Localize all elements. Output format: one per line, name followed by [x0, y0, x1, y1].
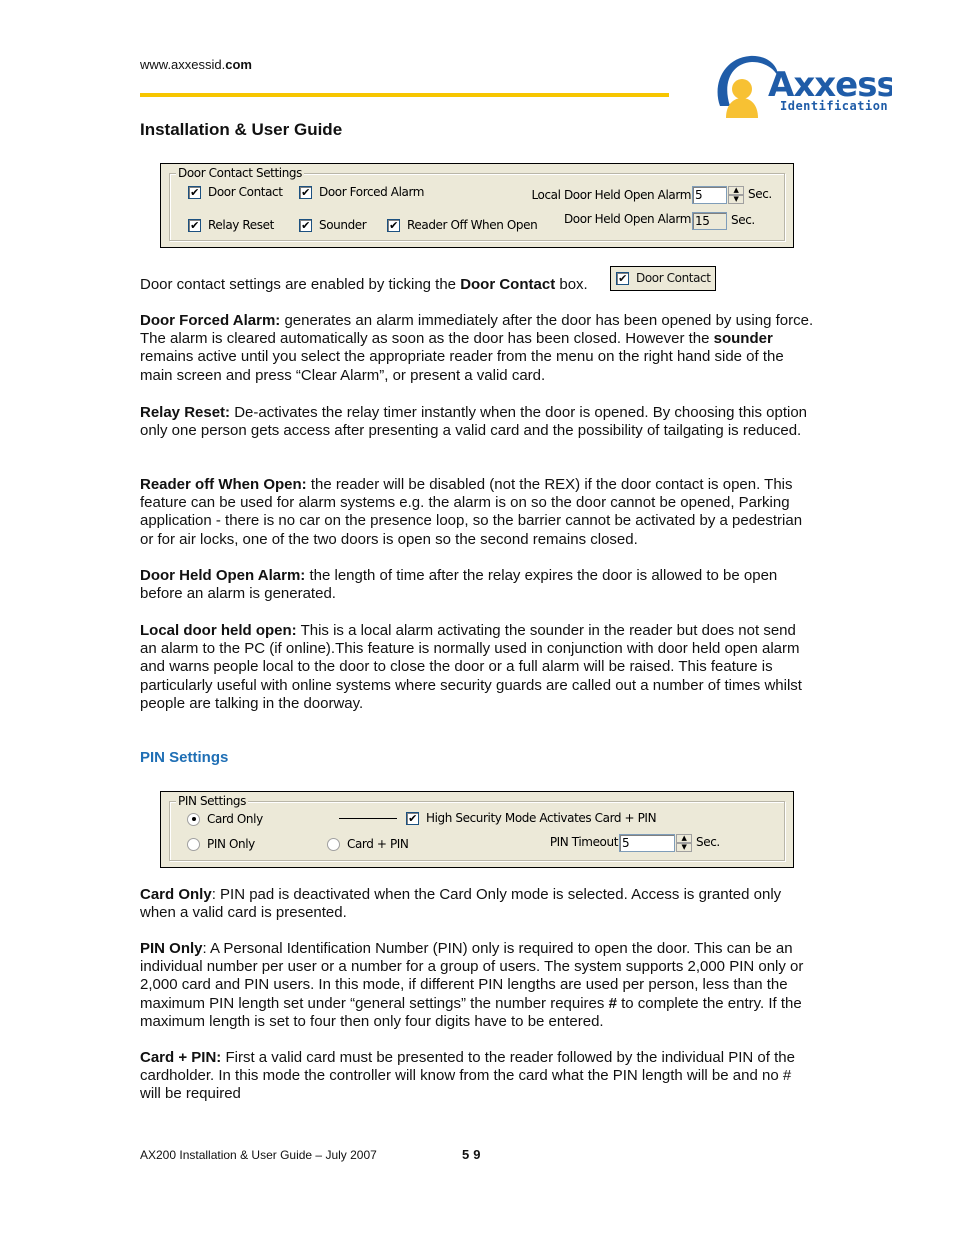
reader-off-when-open-paragraph: Reader off When Open: the reader will be…: [140, 476, 803, 548]
checkbox-checked-icon: ✔: [616, 271, 629, 285]
radio-unselected-icon: [327, 837, 340, 851]
pin-timeout-unit: Sec.: [696, 835, 720, 849]
logo-tagline-text: Identification: [780, 99, 888, 113]
door-contact-inline-checkbox: ✔ Door Contact: [610, 266, 716, 291]
checkbox-checked-icon: ✔: [299, 185, 312, 199]
website-url[interactable]: www.axxessid.com: [140, 57, 252, 72]
door-forced-alarm-checkbox[interactable]: ✔ Door Forced Alarm: [299, 185, 424, 199]
pin-timeout-input[interactable]: 5: [619, 834, 675, 852]
card-plus-pin-radio[interactable]: Card + PIN: [327, 837, 409, 851]
door-contact-settings-panel: Door Contact Settings ✔ Door Contact ✔ D…: [160, 163, 794, 248]
pin-timeout-label: PIN Timeout: [549, 835, 619, 849]
checkbox-checked-icon: ✔: [387, 218, 400, 232]
door-forced-alarm-paragraph: Door Forced Alarm: generates an alarm im…: [140, 312, 814, 384]
pin-settings-panel: PIN Settings Card Only PIN Only Card + P…: [160, 791, 794, 868]
header-rule: [140, 93, 669, 97]
page-number: 59: [462, 1147, 485, 1162]
card-plus-pin-paragraph: Card + PIN: First a valid card must be p…: [140, 1049, 795, 1103]
footer-text: AX200 Installation & User Guide – July 2…: [140, 1148, 377, 1162]
local-door-held-open-alarm-spinner[interactable]: ▲ ▼: [728, 186, 744, 204]
spin-up-icon[interactable]: ▲: [676, 834, 692, 843]
local-door-held-open-paragraph: Local door held open: This is a local al…: [140, 622, 802, 712]
pin-settings-groupbox: PIN Settings: [169, 794, 785, 861]
pin-only-paragraph: PIN Only: A Personal Identification Numb…: [140, 940, 804, 1030]
relay-reset-paragraph: Relay Reset: De-activates the relay time…: [140, 404, 808, 440]
door-held-open-alarm-paragraph: Door Held Open Alarm: the length of time…: [140, 567, 778, 603]
reader-off-when-open-checkbox[interactable]: ✔ Reader Off When Open: [387, 218, 538, 232]
groupbox-legend: PIN Settings: [176, 794, 248, 808]
pin-only-radio[interactable]: PIN Only: [187, 837, 255, 851]
card-only-paragraph: Card Only: PIN pad is deactivated when t…: [140, 886, 782, 922]
checkbox-checked-icon: ✔: [299, 218, 312, 232]
card-only-radio[interactable]: Card Only: [187, 812, 263, 826]
high-security-mode-checkbox[interactable]: ✔ High Security Mode Activates Card + PI…: [406, 811, 657, 825]
door-held-open-alarm-unit: Sec.: [731, 213, 755, 227]
door-held-open-alarm-input[interactable]: 15: [692, 212, 727, 230]
door-held-open-alarm-label: Door Held Open Alarm: [563, 212, 691, 226]
checkbox-checked-icon: ✔: [188, 185, 201, 199]
axxess-logo: Axxess Identification: [712, 54, 897, 120]
spin-down-icon[interactable]: ▼: [676, 843, 692, 852]
pin-timeout-spinner[interactable]: ▲ ▼: [676, 834, 692, 852]
spin-up-icon[interactable]: ▲: [728, 186, 744, 195]
sounder-checkbox[interactable]: ✔ Sounder: [299, 218, 367, 232]
separator-line: [339, 818, 397, 819]
checkbox-checked-icon: ✔: [188, 218, 201, 232]
document-title: Installation & User Guide: [140, 120, 343, 139]
door-contact-checkbox[interactable]: ✔ Door Contact: [188, 185, 283, 199]
local-door-held-open-alarm-input[interactable]: 5: [692, 186, 727, 204]
local-door-held-open-alarm-label: Local Door Held Open Alarm: [531, 188, 691, 202]
relay-reset-checkbox[interactable]: ✔ Relay Reset: [188, 218, 274, 232]
spin-down-icon[interactable]: ▼: [728, 195, 744, 204]
groupbox-legend: Door Contact Settings: [176, 166, 304, 180]
radio-unselected-icon: [187, 837, 200, 851]
radio-selected-icon: [187, 812, 200, 826]
logo-emblem-icon: Axxess Identification: [717, 55, 897, 118]
pin-settings-heading: PIN Settings: [140, 749, 229, 766]
local-door-held-open-alarm-unit: Sec.: [748, 187, 772, 201]
checkbox-checked-icon: ✔: [406, 811, 419, 825]
